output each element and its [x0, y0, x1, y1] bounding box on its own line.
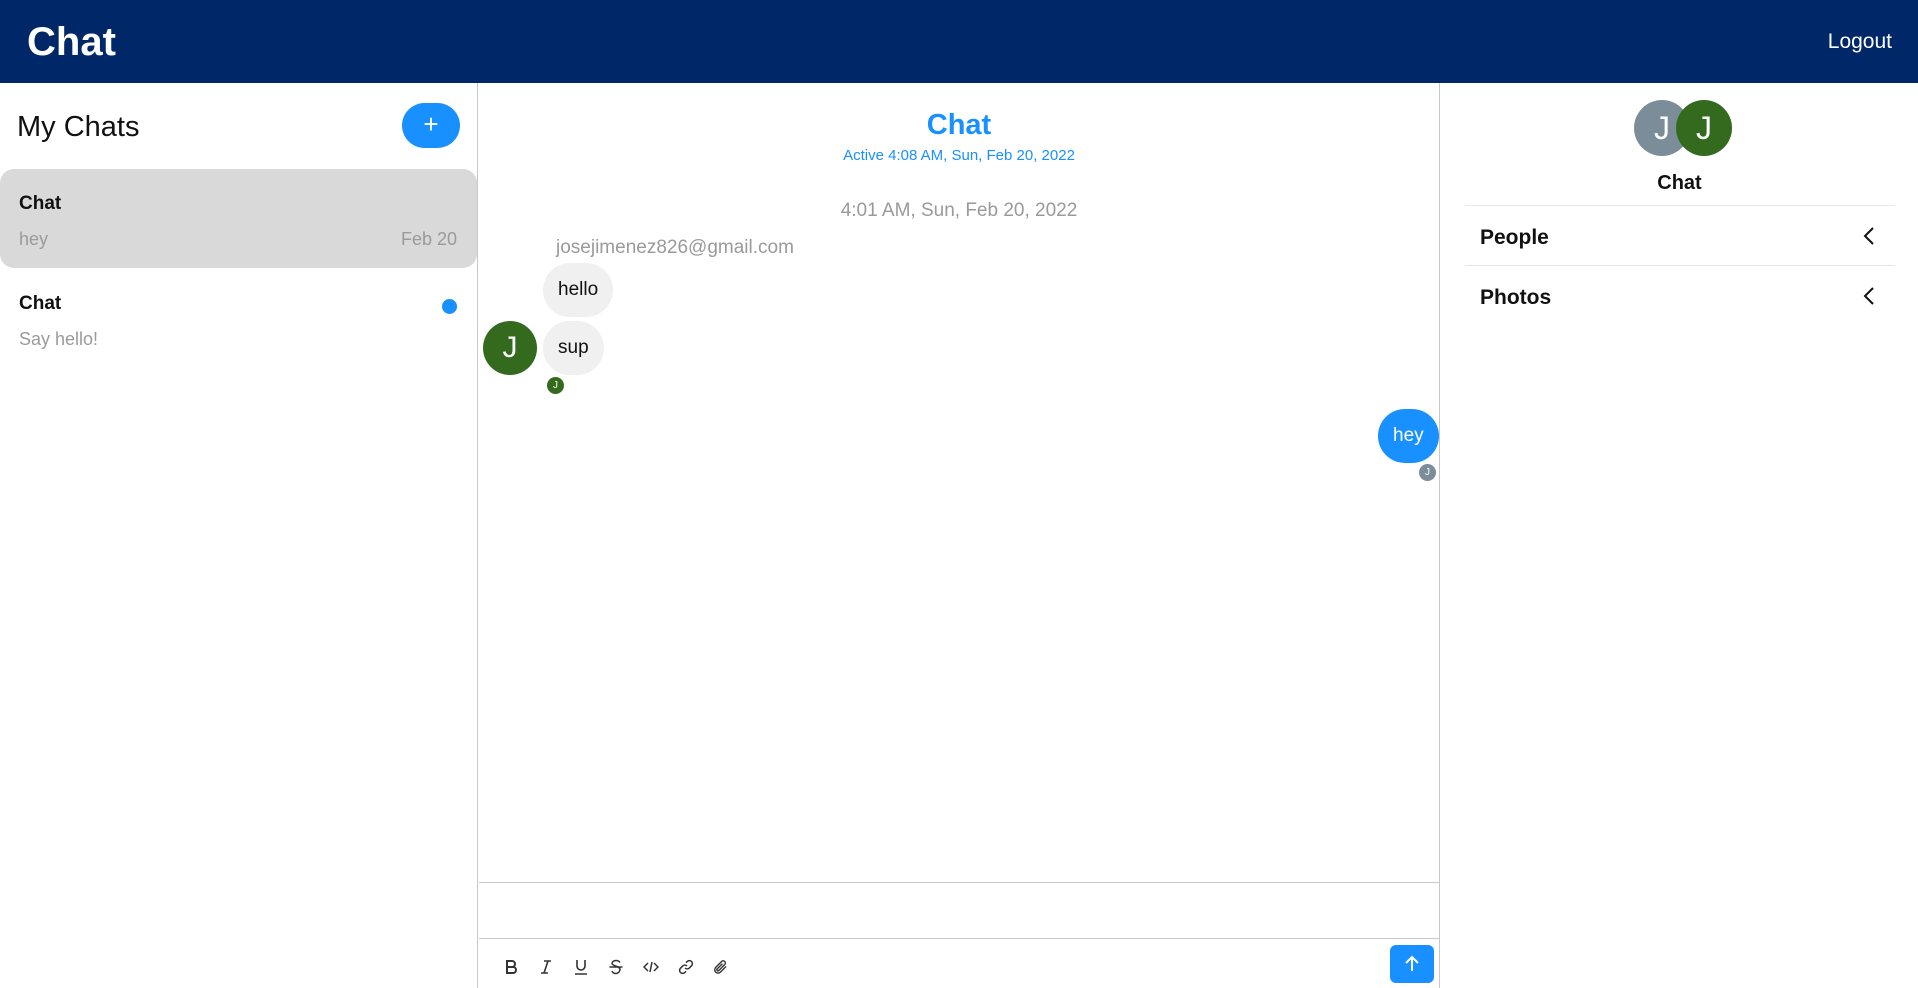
sender-email: josejimenez826@gmail.com	[556, 237, 794, 258]
link-icon[interactable]	[674, 955, 697, 978]
message-bubble: hello	[543, 263, 614, 317]
section-label: People	[1480, 226, 1549, 249]
message-input[interactable]	[479, 883, 1439, 939]
chevron-left-icon	[1863, 287, 1874, 305]
new-chat-button[interactable]: +	[402, 103, 460, 148]
sender-avatar: J	[483, 321, 537, 375]
formatting-toolbar	[499, 955, 732, 978]
attachment-icon[interactable]	[709, 955, 732, 978]
chat-list-title: My Chats	[17, 111, 140, 143]
read-receipt-avatar: J	[1419, 464, 1436, 481]
logout-button[interactable]: Logout	[1828, 30, 1892, 54]
settings-title: Chat	[1657, 172, 1702, 194]
section-label: Photos	[1480, 286, 1552, 309]
member-avatar: J	[1676, 100, 1732, 156]
chat-feed: Chat Active 4:08 AM, Sun, Feb 20, 2022 4…	[479, 83, 1439, 988]
message-timestamp: 4:01 AM, Sun, Feb 20, 2022	[840, 200, 1078, 221]
chat-card-preview: Say hello!	[19, 329, 99, 349]
strikethrough-icon[interactable]	[604, 955, 627, 978]
chat-active-status: Active 4:08 AM, Sun, Feb 20, 2022	[843, 147, 1075, 164]
message-bubble: sup	[543, 321, 604, 375]
top-navbar: Chat Logout	[0, 0, 1918, 83]
arrow-up-icon	[1405, 955, 1419, 971]
chat-card-preview: hey	[19, 229, 49, 249]
chat-settings-panel: J J Chat People Photos	[1439, 83, 1918, 988]
section-people[interactable]: People	[1465, 205, 1895, 265]
bold-icon[interactable]	[499, 955, 522, 978]
chat-card-title: Chat	[19, 193, 62, 214]
code-icon[interactable]	[639, 955, 662, 978]
chat-card-date: Feb 20	[400, 229, 457, 249]
chat-list-panel: My Chats + Chat hey Feb 20 Chat Say hell…	[0, 83, 478, 988]
unread-indicator	[442, 299, 457, 314]
chat-card[interactable]: Chat hey Feb 20	[0, 169, 477, 268]
section-photos[interactable]: Photos	[1465, 265, 1895, 325]
message-bubble: hey	[1378, 409, 1439, 463]
italic-icon[interactable]	[534, 955, 557, 978]
chevron-left-icon	[1863, 227, 1874, 245]
read-receipt-avatar: J	[547, 377, 564, 394]
send-button[interactable]	[1390, 945, 1434, 983]
underline-icon[interactable]	[569, 955, 592, 978]
chat-card-title: Chat	[19, 293, 62, 314]
chat-card[interactable]: Chat Say hello!	[0, 269, 477, 368]
message-composer	[479, 882, 1439, 988]
app-title: Chat	[27, 20, 116, 64]
chat-title: Chat	[926, 109, 992, 141]
